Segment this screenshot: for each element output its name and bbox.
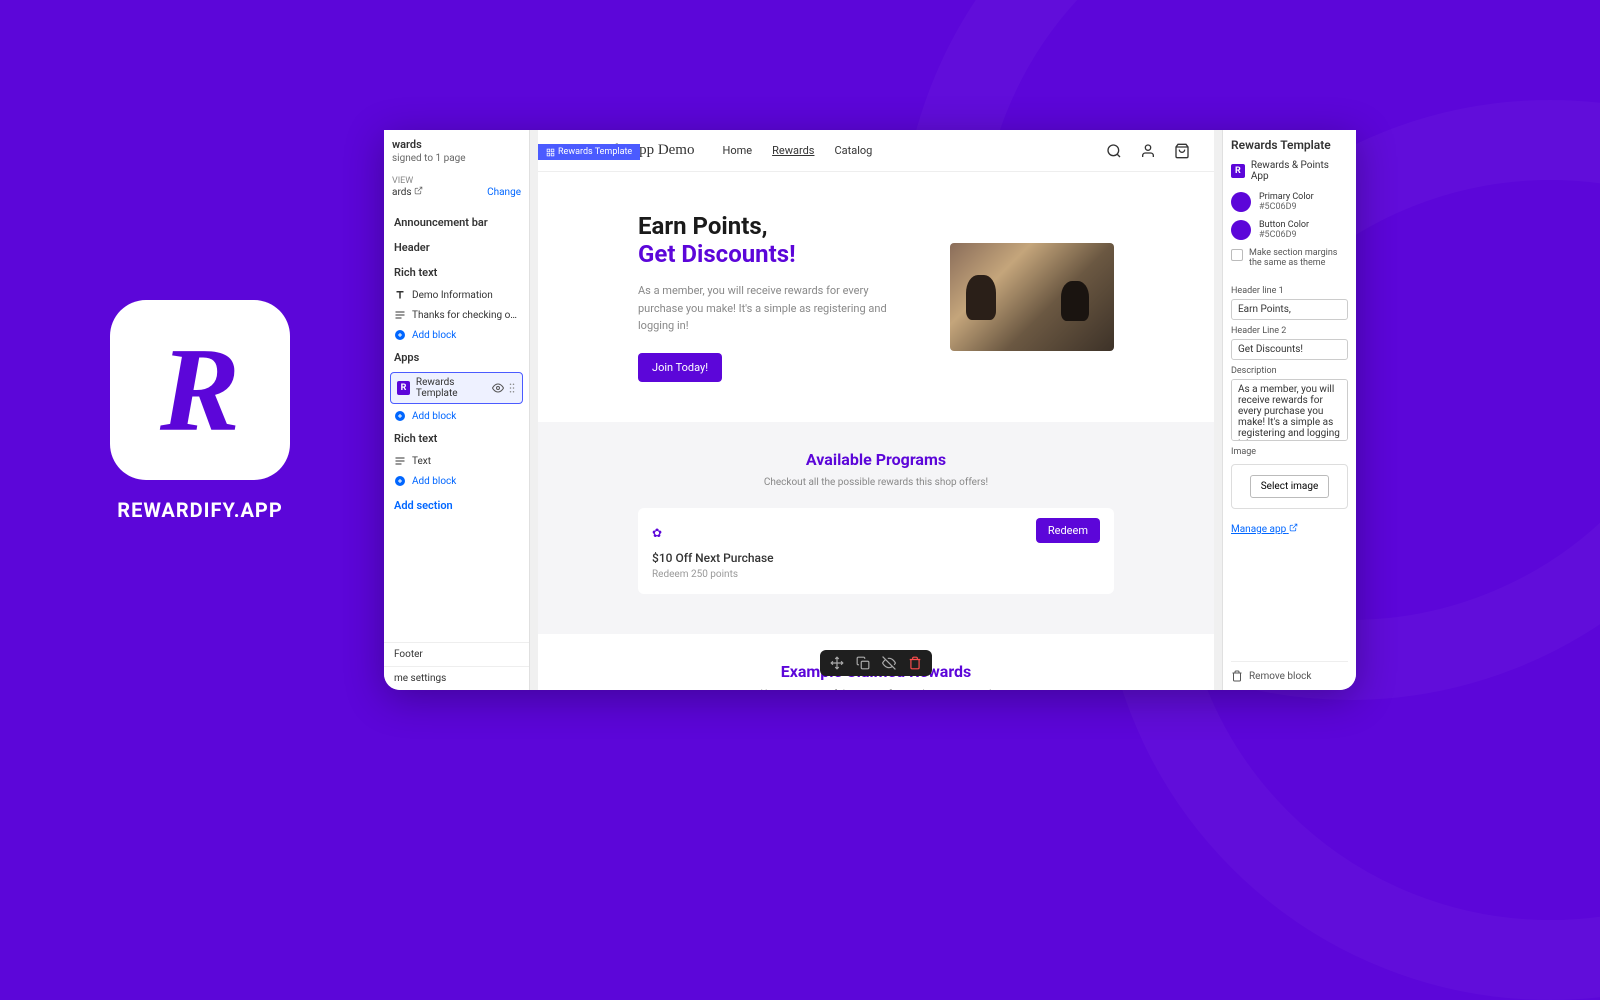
settings-title: Rewards Template bbox=[1231, 138, 1348, 152]
app-name: Rewards & Points App bbox=[1251, 160, 1348, 182]
hero-section: Earn Points, Get Discounts! As a member,… bbox=[538, 172, 1214, 422]
view-value: ards bbox=[392, 186, 423, 198]
logo-letter: R bbox=[160, 321, 240, 459]
selection-tag: Rewards Template bbox=[538, 144, 640, 160]
select-image-button[interactable]: Select image bbox=[1250, 475, 1330, 498]
settings-panel: Rewards Template R Rewards & Points App … bbox=[1222, 130, 1356, 690]
panel-subtitle: signed to 1 page bbox=[392, 153, 521, 164]
join-button[interactable]: Join Today! bbox=[638, 353, 722, 382]
drag-icon[interactable] bbox=[508, 382, 516, 394]
redeem-button[interactable]: Redeem bbox=[1036, 518, 1100, 543]
section-apps[interactable]: Apps bbox=[384, 345, 529, 370]
section-rich-text-2[interactable]: Rich text bbox=[384, 426, 529, 451]
claimed-subtitle: Here are some of the types of rewards yo… bbox=[638, 689, 1114, 690]
hero-image bbox=[950, 243, 1114, 351]
primary-color-picker[interactable]: Primary Color #5C06D9 bbox=[1231, 192, 1348, 212]
button-color-picker[interactable]: Button Color #5C06D9 bbox=[1231, 220, 1348, 240]
add-block-1[interactable]: Add block bbox=[384, 325, 529, 345]
lines-icon bbox=[394, 455, 406, 467]
manage-app-link[interactable]: Manage app bbox=[1231, 523, 1348, 535]
button-swatch bbox=[1231, 220, 1251, 240]
section-announcement[interactable]: Announcement bar bbox=[384, 210, 529, 235]
section-rich-text-1[interactable]: Rich text bbox=[384, 260, 529, 285]
header2-label: Header Line 2 bbox=[1231, 326, 1348, 336]
delete-icon[interactable] bbox=[908, 656, 922, 670]
hero-desc: As a member, you will receive rewards fo… bbox=[638, 282, 890, 335]
view-label: VIEW bbox=[392, 176, 521, 186]
visibility-icon[interactable] bbox=[492, 382, 504, 394]
duplicate-icon[interactable] bbox=[856, 656, 870, 670]
move-icon[interactable] bbox=[830, 656, 844, 670]
block-thanks[interactable]: Thanks for checking out our... bbox=[384, 305, 529, 325]
brand-block: R REWARDIFY.APP bbox=[110, 300, 290, 522]
program-name: $10 Off Next Purchase bbox=[652, 551, 1100, 565]
nav-catalog[interactable]: Catalog bbox=[834, 144, 872, 157]
add-section-link[interactable]: Add section bbox=[384, 491, 529, 520]
block-rewards-template-selected[interactable]: R Rewards Template bbox=[390, 372, 523, 404]
section-footer[interactable]: Footer bbox=[384, 642, 529, 666]
theme-settings[interactable]: me settings bbox=[384, 666, 529, 690]
plus-icon bbox=[394, 329, 406, 341]
image-label: Image bbox=[1231, 447, 1348, 457]
programs-title: Available Programs bbox=[638, 450, 1114, 469]
layers-panel: wards signed to 1 page VIEW ards Change … bbox=[384, 130, 530, 690]
image-picker: Select image bbox=[1231, 464, 1348, 509]
header1-label: Header line 1 bbox=[1231, 286, 1348, 296]
gift-icon: ✿ bbox=[652, 526, 662, 540]
app-logo: R bbox=[110, 300, 290, 480]
app-badge-icon: R bbox=[1231, 164, 1245, 178]
search-icon[interactable] bbox=[1106, 143, 1122, 159]
primary-swatch bbox=[1231, 192, 1251, 212]
app-badge-icon: R bbox=[397, 381, 410, 395]
hero-line1: Earn Points, bbox=[638, 212, 890, 240]
nav-home[interactable]: Home bbox=[722, 144, 752, 157]
block-demo-info[interactable]: Demo Information bbox=[384, 285, 529, 305]
desc-label: Description bbox=[1231, 366, 1348, 376]
text-icon bbox=[394, 289, 406, 301]
plus-icon bbox=[394, 410, 406, 422]
margins-label: Make section margins the same as theme bbox=[1249, 248, 1348, 268]
programs-section: Available Programs Checkout all the poss… bbox=[538, 422, 1214, 634]
change-link[interactable]: Change bbox=[487, 187, 521, 198]
cart-icon[interactable] bbox=[1174, 143, 1190, 159]
hide-icon[interactable] bbox=[882, 656, 896, 670]
margins-checkbox[interactable] bbox=[1231, 249, 1243, 261]
remove-block-button[interactable]: Remove block bbox=[1231, 661, 1348, 682]
header2-input[interactable] bbox=[1231, 339, 1348, 360]
header1-input[interactable] bbox=[1231, 299, 1348, 320]
preview-canvas: Rewards Template Rewardify App Demo Home… bbox=[530, 130, 1222, 690]
block-text[interactable]: Text bbox=[384, 451, 529, 471]
add-block-3[interactable]: Add block bbox=[384, 471, 529, 491]
floating-toolbar bbox=[820, 650, 932, 676]
app-caption: REWARDIFY.APP bbox=[110, 498, 290, 522]
lines-icon bbox=[394, 309, 406, 321]
hero-line2: Get Discounts! bbox=[638, 240, 890, 268]
panel-title: wards bbox=[392, 138, 422, 151]
program-card: ✿ Redeem $10 Off Next Purchase Redeem 25… bbox=[638, 508, 1114, 594]
desc-textarea[interactable]: As a member, you will receive rewards fo… bbox=[1231, 379, 1348, 441]
programs-subtitle: Checkout all the possible rewards this s… bbox=[638, 477, 1114, 488]
account-icon[interactable] bbox=[1140, 143, 1156, 159]
add-block-2[interactable]: Add block bbox=[384, 406, 529, 426]
plus-icon bbox=[394, 475, 406, 487]
program-cost: Redeem 250 points bbox=[652, 569, 1100, 580]
editor-window: wards signed to 1 page VIEW ards Change … bbox=[384, 130, 1356, 690]
section-header[interactable]: Header bbox=[384, 235, 529, 260]
nav-rewards[interactable]: Rewards bbox=[772, 144, 814, 157]
